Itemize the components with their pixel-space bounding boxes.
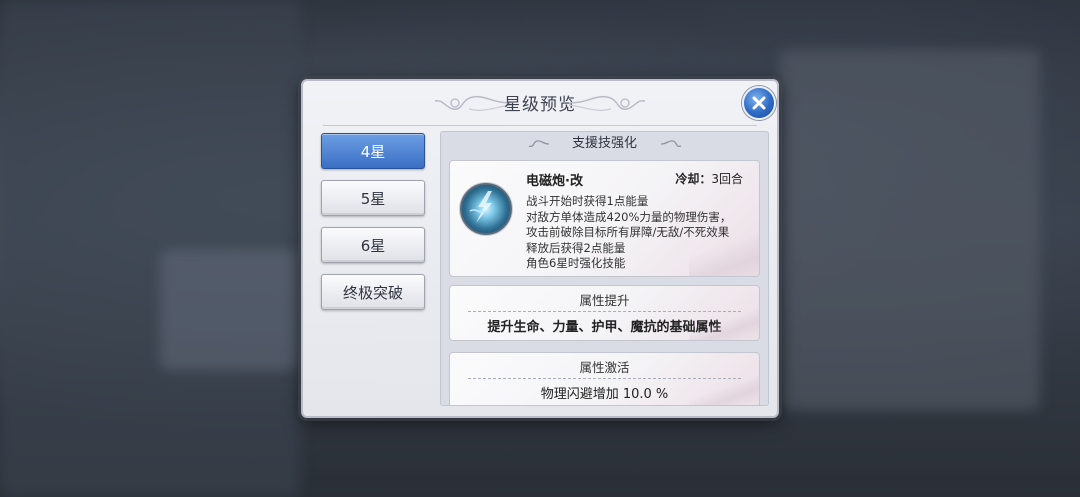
lightning-skill-icon — [460, 183, 512, 235]
section-title: 属性激活 — [579, 360, 630, 375]
skill-description: 战斗开始时获得1点能量 对敌方单体造成420%力量的物理伤害， 攻击前破除目标所… — [526, 194, 731, 272]
skill-description-line: 攻击前破除目标所有屏障/无敌/不死效果 — [526, 225, 730, 239]
tab-label: 4星 — [360, 142, 386, 161]
title-ornament-right-icon — [568, 95, 646, 111]
tab-label: 终极突破 — [342, 283, 403, 302]
skill-card: 电磁炮·改 冷却：3回合 战斗开始时获得1点能量 对敌方单体造成420%力量的物… — [449, 160, 760, 277]
skill-description-line: 对敌方单体造成420%力量的物理伤害， — [526, 209, 732, 224]
cooldown-label: 冷却： — [675, 172, 712, 186]
panel-header: 支援技强化 — [571, 136, 637, 151]
skill-description-line: 战斗开始时获得1点能量 — [526, 194, 649, 208]
section-divider — [468, 378, 741, 379]
tab-6-star[interactable]: 6星 — [321, 227, 425, 263]
section-body: 提升生命、力量、护甲、魔抗的基础属性 — [487, 320, 722, 335]
skill-name: 电磁炮·改 — [526, 174, 583, 189]
title-divider — [323, 125, 757, 126]
skill-cooldown: 冷却：3回合 — [675, 170, 743, 187]
tab-ultimate-breakthrough[interactable]: 终极突破 — [321, 274, 425, 310]
attribute-boost-card: 属性提升 提升生命、力量、护甲、魔抗的基础属性 — [449, 285, 760, 341]
section-body: 物理闪避增加 10.0 % — [540, 387, 669, 402]
attribute-activation-card: 属性激活 物理闪避增加 10.0 % — [449, 352, 760, 405]
preview-panel[interactable]: 支援技强化 电磁炮·改 冷却：3回合 战斗开始时获得1点能量 对敌方单体造成42… — [440, 131, 769, 406]
background-panel-right — [780, 50, 1040, 410]
dialog-title-bar: 星级预览 — [303, 81, 777, 126]
header-ornament-right-icon — [660, 140, 682, 148]
cooldown-value: 3回合 — [711, 172, 743, 186]
close-button[interactable] — [742, 86, 776, 120]
background-panel-left — [0, 0, 300, 497]
lightning-bolt-icon — [469, 191, 492, 223]
dialog-title: 星级预览 — [504, 95, 576, 115]
skill-description-line: 角色6星时强化技能 — [526, 256, 626, 270]
close-icon — [752, 96, 766, 110]
section-title: 属性提升 — [579, 293, 630, 308]
skill-description-line: 释放后获得2点能量 — [526, 240, 626, 255]
tab-label: 5星 — [360, 189, 386, 208]
tab-5-star[interactable]: 5星 — [321, 180, 425, 216]
star-preview-dialog: 星级预览 4星 5星 6星 终极突破 支援技强化 电磁炮·改 冷却：3回合 战斗… — [301, 79, 779, 418]
tab-label: 6星 — [360, 236, 386, 255]
tab-4-star[interactable]: 4星 — [321, 133, 425, 169]
background-highlight — [160, 250, 300, 370]
section-divider — [468, 311, 741, 312]
